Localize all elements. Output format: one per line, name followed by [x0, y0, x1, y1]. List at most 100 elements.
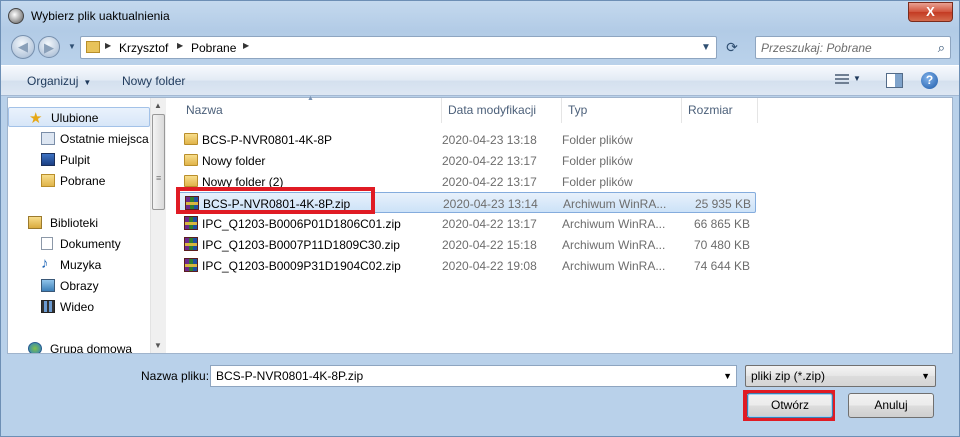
file-name: Nowy folder	[202, 154, 266, 168]
open-button[interactable]: Otwórz	[747, 393, 833, 418]
search-icon[interactable]: ⌕	[938, 40, 945, 56]
file-date: 2020-04-22 13:17	[442, 217, 537, 231]
filename-value[interactable]: BCS-P-NVR0801-4K-8P.zip	[216, 369, 363, 383]
column-header-type[interactable]: Typ	[562, 98, 682, 123]
forward-button[interactable]: ▶	[38, 36, 60, 58]
file-type: Folder plików	[562, 154, 633, 168]
downloads-icon	[41, 174, 55, 187]
file-date: 2020-04-23 13:14	[443, 197, 538, 211]
column-header-size[interactable]: Rozmiar	[682, 98, 758, 123]
pictures-icon	[41, 279, 55, 292]
file-size: 74 644 KB	[693, 259, 750, 273]
file-type-value: pliki zip (*.zip)	[751, 369, 826, 383]
chevron-down-icon[interactable]: ▼	[853, 74, 861, 83]
file-row[interactable]: Nowy folder 2020-04-22 13:17 Folder plików	[178, 150, 756, 171]
folder-icon	[86, 41, 100, 53]
file-date: 2020-04-22 15:18	[442, 238, 537, 252]
chevron-right-icon[interactable]: ▶	[243, 41, 249, 50]
column-header-name[interactable]: Nazwa	[180, 98, 442, 123]
sidebar-item-label: Pulpit	[60, 153, 91, 167]
sidebar-item-muzyka[interactable]: ♪ Muzyka	[8, 255, 150, 275]
sidebar-item-label: Muzyka	[60, 258, 102, 272]
sidebar-item-biblioteki[interactable]: Biblioteki	[8, 213, 150, 233]
documents-icon	[41, 237, 53, 250]
sidebar-scrollbar[interactable]: ▲ ≡ ▼	[150, 98, 166, 353]
scrollbar-thumb[interactable]: ≡	[152, 114, 165, 210]
file-date: 2020-04-22 13:17	[442, 154, 537, 168]
sidebar-item-pulpit[interactable]: Pulpit	[8, 150, 150, 170]
cancel-button[interactable]: Anuluj	[848, 393, 934, 418]
navigation-bar: ◀ ▶ ▼ ▶ Krzysztof ▶ Pobrane ▶ ▼ ⟳ Przesz…	[1, 32, 959, 62]
file-type: Archiwum WinRA...	[563, 197, 667, 211]
breadcrumb-krzysztof[interactable]: Krzysztof	[119, 41, 168, 55]
command-bar: Organizuj ▼ Nowy folder ▼ ?	[1, 65, 959, 96]
navigation-pane: ★ Ulubione Ostatnie miejsca Pulpit Pobra…	[8, 98, 166, 353]
file-type: Folder plików	[562, 175, 633, 189]
sidebar-item-label: Biblioteki	[50, 216, 99, 230]
window-title: Wybierz plik uaktualnienia	[31, 9, 170, 23]
file-size: 70 480 KB	[693, 238, 750, 252]
sidebar-item-label: Dokumenty	[60, 237, 121, 251]
sidebar-item-wideo[interactable]: Wideo	[8, 297, 150, 317]
preview-pane-icon[interactable]	[886, 73, 903, 88]
address-bar[interactable]: ▶ Krzysztof ▶ Pobrane ▶ ▼	[80, 36, 717, 59]
video-icon	[41, 300, 55, 313]
sidebar-item-obrazy[interactable]: Obrazy	[8, 276, 150, 296]
file-row[interactable]: IPC_Q1203-B0007P11D1809C30.zip 2020-04-22…	[178, 234, 756, 255]
chevron-right-icon[interactable]: ▶	[105, 41, 111, 50]
chevron-right-icon[interactable]: ▶	[177, 41, 183, 50]
file-date: 2020-04-22 19:08	[442, 259, 537, 273]
star-icon: ★	[29, 110, 43, 127]
libraries-icon	[28, 216, 42, 229]
file-type-select[interactable]: pliki zip (*.zip) ▼	[745, 365, 936, 387]
recent-places-icon	[41, 132, 55, 145]
file-type: Archiwum WinRA...	[562, 238, 666, 252]
sidebar-item-grupa-domowa[interactable]: Grupa domowa	[8, 339, 150, 353]
filename-field[interactable]: BCS-P-NVR0801-4K-8P.zip ▼	[210, 365, 737, 387]
search-input[interactable]: Przeszukaj: Pobrane	[761, 41, 872, 55]
browser-area: ★ Ulubione Ostatnie miejsca Pulpit Pobra…	[7, 95, 953, 354]
scroll-up-icon[interactable]: ▲	[154, 101, 162, 110]
file-dialog: Wybierz plik uaktualnienia X ◀ ▶ ▼ ▶ Krz…	[0, 0, 960, 437]
file-row[interactable]: IPC_Q1203-B0009P31D1904C02.zip 2020-04-22…	[178, 255, 756, 276]
sidebar-item-label: Wideo	[60, 300, 95, 314]
file-name: IPC_Q1203-B0006P01D1806C01.zip	[202, 217, 401, 231]
organize-label: Organizuj	[27, 74, 79, 88]
sidebar-item-label: Pobrane	[60, 174, 106, 188]
organize-menu[interactable]: Organizuj ▼	[27, 74, 91, 88]
title-bar: Wybierz plik uaktualnienia X	[1, 1, 959, 31]
file-name: IPC_Q1203-B0007P11D1809C30.zip	[202, 238, 400, 252]
file-name: BCS-P-NVR0801-4K-8P	[202, 133, 333, 147]
view-options-icon[interactable]	[835, 74, 849, 86]
help-icon[interactable]: ?	[921, 72, 938, 89]
back-button[interactable]: ◀	[11, 35, 35, 59]
address-dropdown-icon[interactable]: ▼	[695, 37, 717, 60]
file-type: Folder plików	[562, 133, 633, 147]
recent-locations-dropdown-icon[interactable]: ▼	[68, 42, 76, 51]
winrar-archive-icon	[184, 258, 198, 272]
sidebar-item-ostatnie-miejsca[interactable]: Ostatnie miejsca	[8, 129, 150, 149]
refresh-icon[interactable]: ⟳	[721, 36, 743, 59]
file-row[interactable]: IPC_Q1203-B0006P01D1806C01.zip 2020-04-22…	[178, 213, 756, 234]
new-folder-button[interactable]: Nowy folder	[122, 74, 185, 88]
highlight-selected-file	[176, 187, 375, 214]
music-icon: ♪	[41, 255, 49, 272]
sidebar-item-label: Obrazy	[60, 279, 99, 293]
sidebar-item-label: Grupa domowa	[50, 342, 133, 353]
close-button[interactable]: X	[908, 2, 953, 22]
folder-icon	[184, 133, 198, 145]
sidebar-item-pobrane[interactable]: Pobrane	[8, 171, 150, 191]
sidebar-item-ulubione[interactable]: ★ Ulubione	[8, 107, 150, 127]
search-box[interactable]: Przeszukaj: Pobrane ⌕	[755, 36, 951, 59]
breadcrumb-pobrane[interactable]: Pobrane	[191, 41, 236, 55]
winrar-archive-icon	[184, 216, 198, 230]
column-header-date[interactable]: Data modyfikacji	[442, 98, 562, 123]
file-row[interactable]: BCS-P-NVR0801-4K-8P 2020-04-23 13:18 Folde…	[178, 129, 756, 150]
chevron-down-icon[interactable]: ▼	[723, 371, 732, 381]
grip-icon: ≡	[156, 173, 162, 183]
scroll-down-icon[interactable]: ▼	[154, 341, 162, 350]
winrar-archive-icon	[184, 237, 198, 251]
chevron-down-icon[interactable]: ▼	[921, 371, 930, 381]
sidebar-item-label: Ostatnie miejsca	[60, 132, 149, 146]
sidebar-item-dokumenty[interactable]: Dokumenty	[8, 234, 150, 254]
